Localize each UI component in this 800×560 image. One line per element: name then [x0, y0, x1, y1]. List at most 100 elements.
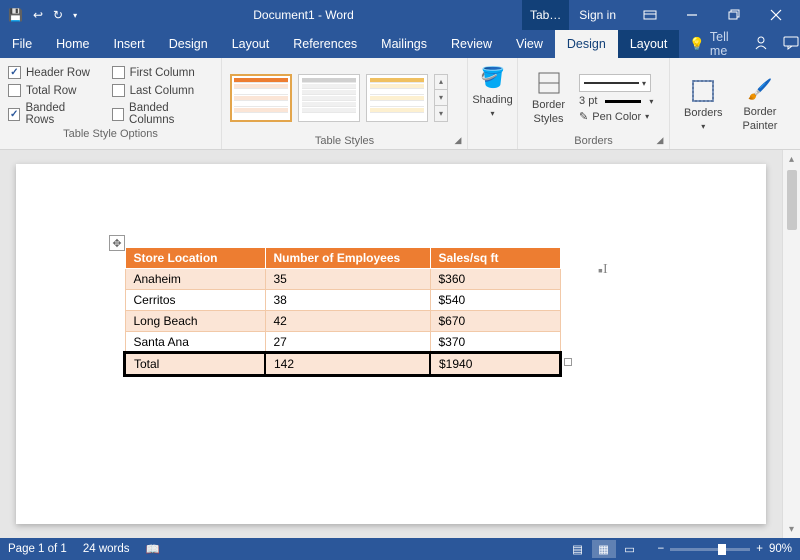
- table-style-thumb-1[interactable]: [230, 74, 292, 122]
- pen-color-button[interactable]: ✎Pen Color▾: [579, 110, 653, 123]
- table-header[interactable]: Sales/sq ft: [430, 248, 560, 269]
- table-cell[interactable]: $1940: [430, 353, 560, 375]
- gallery-scroll[interactable]: ▴▾▾: [434, 74, 448, 122]
- line-style-selector[interactable]: ▾: [579, 74, 651, 92]
- chk-banded-columns[interactable]: Banded Columns: [112, 102, 213, 126]
- borders-launcher-icon[interactable]: ◢: [654, 134, 666, 146]
- group-table-styles: ▴▾▾ Table Styles ◢: [222, 58, 468, 149]
- page-count[interactable]: Page 1 of 1: [8, 543, 67, 555]
- tab-references[interactable]: References: [281, 30, 369, 58]
- chk-first-column[interactable]: First Column: [112, 66, 213, 79]
- tab-table-design[interactable]: Design: [555, 30, 618, 58]
- table-cell[interactable]: Long Beach: [125, 311, 265, 332]
- table-cell[interactable]: $360: [430, 269, 560, 290]
- read-mode-icon[interactable]: ▤: [566, 540, 590, 558]
- share-icon[interactable]: [753, 35, 769, 54]
- group-table-style-options: Header Row Total Row Banded Rows First C…: [0, 58, 222, 149]
- chk-banded-rows[interactable]: Banded Rows: [8, 102, 94, 126]
- chk-last-column[interactable]: Last Column: [112, 84, 213, 97]
- line-weight-selector[interactable]: 3 pt▾: [579, 95, 653, 107]
- table-cell[interactable]: Santa Ana: [125, 332, 265, 354]
- ribbon-display-icon[interactable]: [632, 0, 668, 30]
- table-cell[interactable]: $370: [430, 332, 560, 354]
- tab-view[interactable]: View: [504, 30, 555, 58]
- table-cell[interactable]: Anaheim: [125, 269, 265, 290]
- border-styles-button[interactable]: Border Styles: [526, 67, 571, 127]
- ribbon-tabs: File Home Insert Design Layout Reference…: [0, 30, 800, 58]
- zoom-out-icon[interactable]: −: [658, 543, 665, 555]
- vertical-scrollbar[interactable]: ▴ ▾: [782, 150, 800, 538]
- scroll-thumb[interactable]: [787, 170, 797, 230]
- table-tools-label: Tab…: [522, 0, 569, 30]
- word-table[interactable]: Store Location Number of Employees Sales…: [124, 247, 561, 376]
- chk-total-row[interactable]: Total Row: [8, 84, 94, 97]
- tab-insert[interactable]: Insert: [102, 30, 157, 58]
- undo-icon[interactable]: ↩: [33, 8, 43, 22]
- proofing-icon[interactable]: 📖: [146, 542, 160, 556]
- save-icon[interactable]: 💾: [8, 8, 23, 22]
- tell-me-search[interactable]: 💡Tell me: [679, 30, 738, 58]
- page[interactable]: ✥ Store Location Number of Employees Sal…: [16, 164, 766, 524]
- lightbulb-icon: 💡: [689, 37, 705, 52]
- quick-access-toolbar: 💾 ↩ ↻ ▾: [0, 8, 85, 22]
- table-cell[interactable]: $670: [430, 311, 560, 332]
- word-count[interactable]: 24 words: [83, 543, 130, 555]
- document-title: Document1 - Word: [85, 8, 522, 22]
- table-cell[interactable]: 27: [265, 332, 430, 354]
- cursor-marker-icon: ▪I: [598, 262, 608, 278]
- borders-button[interactable]: Borders▾: [678, 75, 729, 134]
- table-cell[interactable]: Total: [125, 353, 265, 375]
- tab-file[interactable]: File: [0, 30, 44, 58]
- table-cell[interactable]: $540: [430, 290, 560, 311]
- group-borders-painter: Borders▾ 🖌️ Border Painter: [670, 58, 762, 149]
- table-cell[interactable]: 142: [265, 353, 430, 375]
- print-layout-icon[interactable]: ▦: [592, 540, 616, 558]
- border-styles-icon: [535, 69, 563, 97]
- table-styles-launcher-icon[interactable]: ◢: [452, 134, 464, 146]
- paint-bucket-icon: 🪣: [479, 64, 507, 92]
- table-cell[interactable]: Cerritos: [125, 290, 265, 311]
- chevron-down-icon: ▾: [490, 109, 494, 119]
- table-header[interactable]: Store Location: [125, 248, 265, 269]
- zoom-control[interactable]: − + 90%: [658, 543, 792, 555]
- tab-home[interactable]: Home: [44, 30, 101, 58]
- pen-icon: ✎: [579, 110, 588, 123]
- sign-in-link[interactable]: Sign in: [569, 8, 626, 22]
- zoom-level[interactable]: 90%: [769, 543, 792, 555]
- zoom-in-icon[interactable]: +: [756, 543, 763, 555]
- table-cell[interactable]: 38: [265, 290, 430, 311]
- group-borders: Border Styles ▾ 3 pt▾ ✎Pen Color▾ Border…: [518, 58, 670, 149]
- table-resize-handle-icon[interactable]: [564, 358, 572, 366]
- table-move-handle-icon[interactable]: ✥: [109, 235, 125, 251]
- scroll-down-icon[interactable]: ▾: [783, 520, 800, 538]
- table-header[interactable]: Number of Employees: [265, 248, 430, 269]
- table-cell[interactable]: 35: [265, 269, 430, 290]
- tab-design[interactable]: Design: [157, 30, 220, 58]
- paintbrush-icon: 🖌️: [746, 76, 774, 104]
- close-button[interactable]: [758, 0, 794, 30]
- document-area: ✥ Store Location Number of Employees Sal…: [0, 150, 800, 538]
- table-cell[interactable]: 42: [265, 311, 430, 332]
- web-layout-icon[interactable]: ▭: [618, 540, 642, 558]
- shading-button[interactable]: 🪣 Shading ▾: [476, 62, 509, 121]
- restore-button[interactable]: [716, 0, 752, 30]
- minimize-button[interactable]: [674, 0, 710, 30]
- tab-mailings[interactable]: Mailings: [369, 30, 439, 58]
- tab-table-layout[interactable]: Layout: [618, 30, 680, 58]
- zoom-slider[interactable]: [670, 548, 750, 551]
- qat-dropdown-icon[interactable]: ▾: [73, 11, 77, 20]
- chk-header-row[interactable]: Header Row: [8, 66, 94, 79]
- table-style-thumb-2[interactable]: [298, 74, 360, 122]
- border-painter-button[interactable]: 🖌️ Border Painter: [737, 74, 784, 134]
- title-bar: 💾 ↩ ↻ ▾ Document1 - Word Tab… Sign in: [0, 0, 800, 30]
- ribbon: Header Row Total Row Banded Rows First C…: [0, 58, 800, 150]
- status-bar: Page 1 of 1 24 words 📖 ▤ ▦ ▭ − + 90%: [0, 538, 800, 560]
- comments-icon[interactable]: [783, 35, 799, 54]
- tab-layout[interactable]: Layout: [220, 30, 282, 58]
- table-style-thumb-3[interactable]: [366, 74, 428, 122]
- scroll-up-icon[interactable]: ▴: [783, 150, 800, 168]
- redo-icon[interactable]: ↻: [53, 8, 63, 22]
- borders-icon: [689, 77, 717, 105]
- tab-review[interactable]: Review: [439, 30, 504, 58]
- group-shading: 🪣 Shading ▾: [468, 58, 518, 149]
